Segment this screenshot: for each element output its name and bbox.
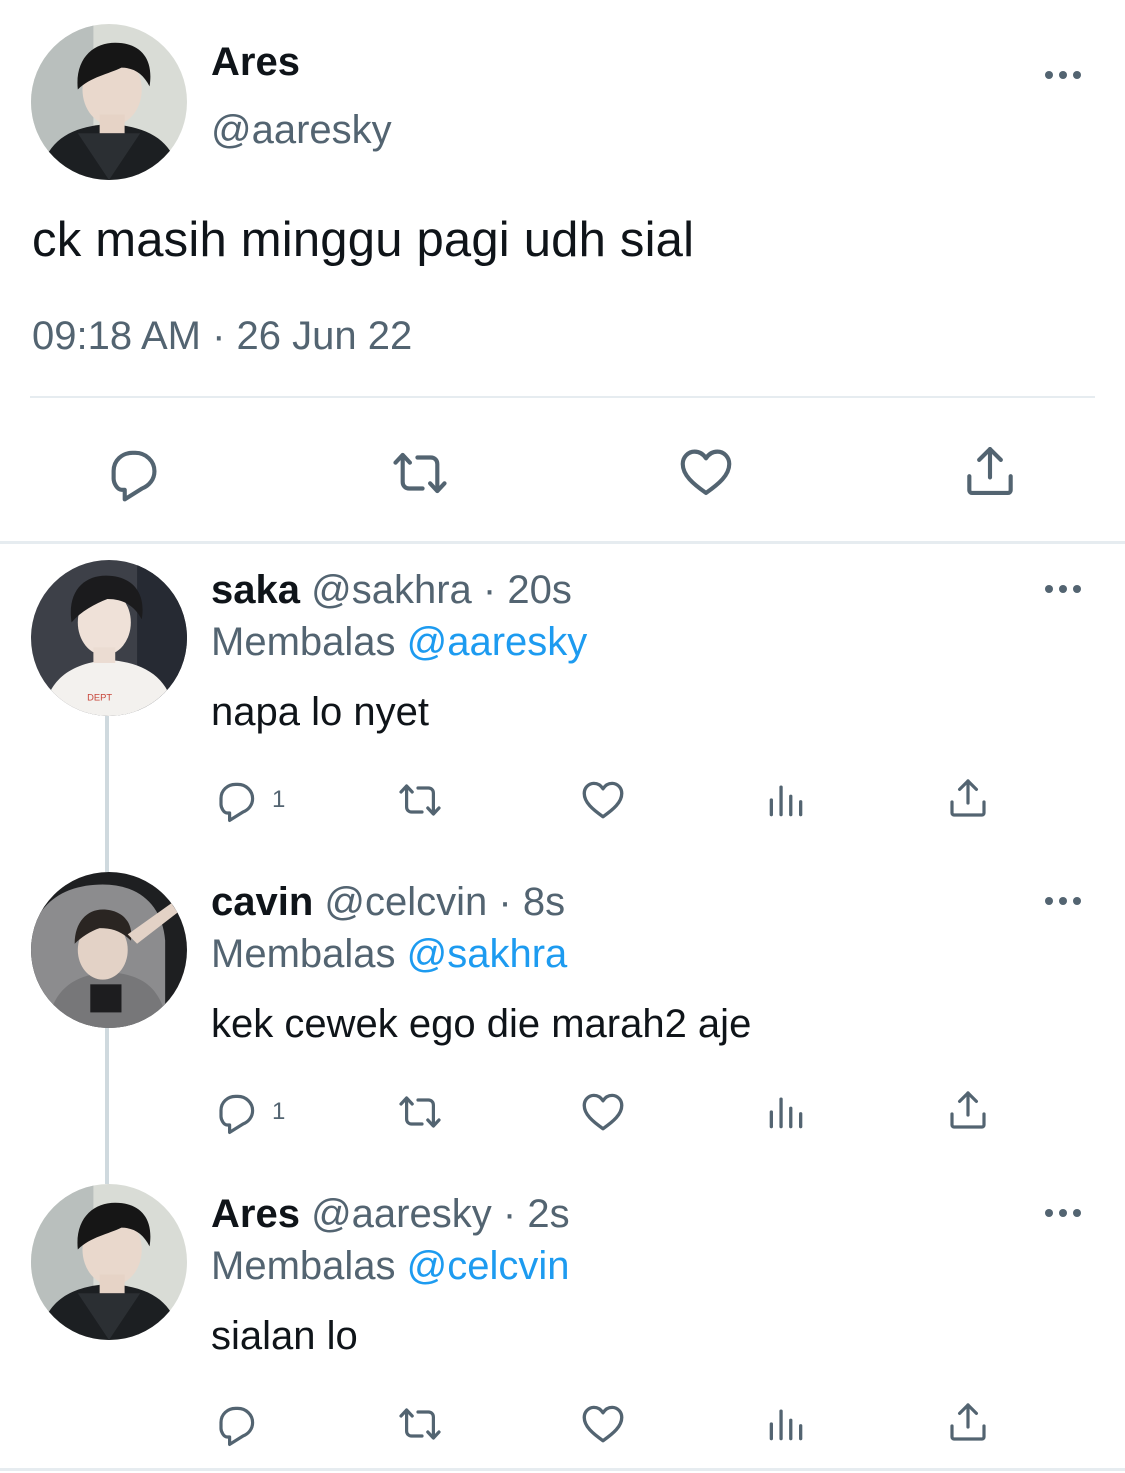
avatar-main[interactable] bbox=[31, 24, 187, 180]
separator-dot: · bbox=[498, 880, 512, 924]
reply-header: saka @sakhra · 20s bbox=[211, 568, 572, 613]
main-tweet-text: ck masih minggu pagi udh sial bbox=[32, 213, 695, 267]
reply-display-name[interactable]: Ares bbox=[211, 1192, 300, 1236]
more-options-icon[interactable] bbox=[1043, 895, 1083, 907]
like-icon[interactable] bbox=[578, 774, 628, 824]
reply-display-name[interactable]: saka bbox=[211, 568, 300, 612]
thread-line bbox=[105, 716, 109, 872]
avatar-reply[interactable] bbox=[31, 1184, 187, 1340]
reply-icon[interactable] bbox=[212, 1400, 260, 1448]
reply-time[interactable]: 20s bbox=[507, 568, 572, 612]
share-icon[interactable] bbox=[944, 1086, 992, 1134]
reply-icon[interactable] bbox=[212, 1088, 260, 1136]
section-divider bbox=[0, 541, 1125, 544]
retweet-icon[interactable] bbox=[392, 776, 448, 824]
reply-text: kek cewek ego die marah2 aje bbox=[211, 1002, 752, 1046]
reply-icon[interactable] bbox=[102, 442, 164, 504]
separator-dot: · bbox=[502, 1192, 517, 1236]
share-icon[interactable] bbox=[944, 774, 992, 822]
replying-label: Membalas bbox=[211, 932, 396, 976]
retweet-icon[interactable] bbox=[392, 1088, 448, 1136]
reply-count: 1 bbox=[272, 786, 286, 813]
replying-mention[interactable]: @aaresky bbox=[407, 620, 588, 664]
avatar-reply[interactable] bbox=[31, 872, 187, 1028]
reply-icon[interactable] bbox=[212, 776, 260, 824]
views-icon[interactable] bbox=[764, 1090, 808, 1134]
reply-handle[interactable]: @celcvin bbox=[324, 880, 487, 924]
reply-handle[interactable]: @sakhra bbox=[311, 568, 472, 612]
like-icon[interactable] bbox=[674, 440, 738, 502]
reply-text: sialan lo bbox=[211, 1314, 358, 1358]
reply-header: Ares @aaresky · 2s bbox=[211, 1192, 570, 1237]
replying-label: Membalas bbox=[211, 1244, 396, 1288]
replying-label: Membalas bbox=[211, 620, 396, 664]
reply-time[interactable]: 8s bbox=[523, 880, 565, 924]
more-options-icon[interactable] bbox=[1043, 69, 1083, 81]
more-options-icon[interactable] bbox=[1043, 583, 1083, 595]
reply-display-name[interactable]: cavin bbox=[211, 880, 313, 924]
reply-text: napa lo nyet bbox=[211, 690, 429, 734]
bottom-divider bbox=[0, 1468, 1125, 1471]
views-icon[interactable] bbox=[764, 1402, 808, 1446]
like-icon[interactable] bbox=[578, 1398, 628, 1448]
avatar-reply[interactable] bbox=[31, 560, 187, 716]
reply-time[interactable]: 2s bbox=[527, 1192, 569, 1236]
replying-to: Membalas @celcvin bbox=[211, 1244, 570, 1289]
like-icon[interactable] bbox=[578, 1086, 628, 1136]
retweet-icon[interactable] bbox=[392, 1400, 448, 1448]
replying-mention[interactable]: @sakhra bbox=[407, 932, 568, 976]
main-handle[interactable]: @aaresky bbox=[211, 108, 392, 153]
replying-mention[interactable]: @celcvin bbox=[407, 1244, 570, 1288]
replying-to: Membalas @aaresky bbox=[211, 620, 587, 665]
main-display-name[interactable]: Ares bbox=[211, 40, 300, 85]
share-icon[interactable] bbox=[958, 440, 1022, 502]
reply-handle[interactable]: @aaresky bbox=[311, 1192, 492, 1236]
more-options-icon[interactable] bbox=[1043, 1207, 1083, 1219]
views-icon[interactable] bbox=[764, 778, 808, 822]
thread-line bbox=[105, 1028, 109, 1184]
reply-count: 1 bbox=[272, 1098, 286, 1125]
main-timestamp[interactable]: 09:18 AM · 26 Jun 22 bbox=[32, 314, 412, 359]
separator-dot: · bbox=[482, 568, 497, 612]
reply-header: cavin @celcvin · 8s bbox=[211, 880, 565, 925]
share-icon[interactable] bbox=[944, 1398, 992, 1446]
retweet-icon[interactable] bbox=[385, 442, 455, 504]
replying-to: Membalas @sakhra bbox=[211, 932, 567, 977]
divider bbox=[30, 396, 1095, 398]
